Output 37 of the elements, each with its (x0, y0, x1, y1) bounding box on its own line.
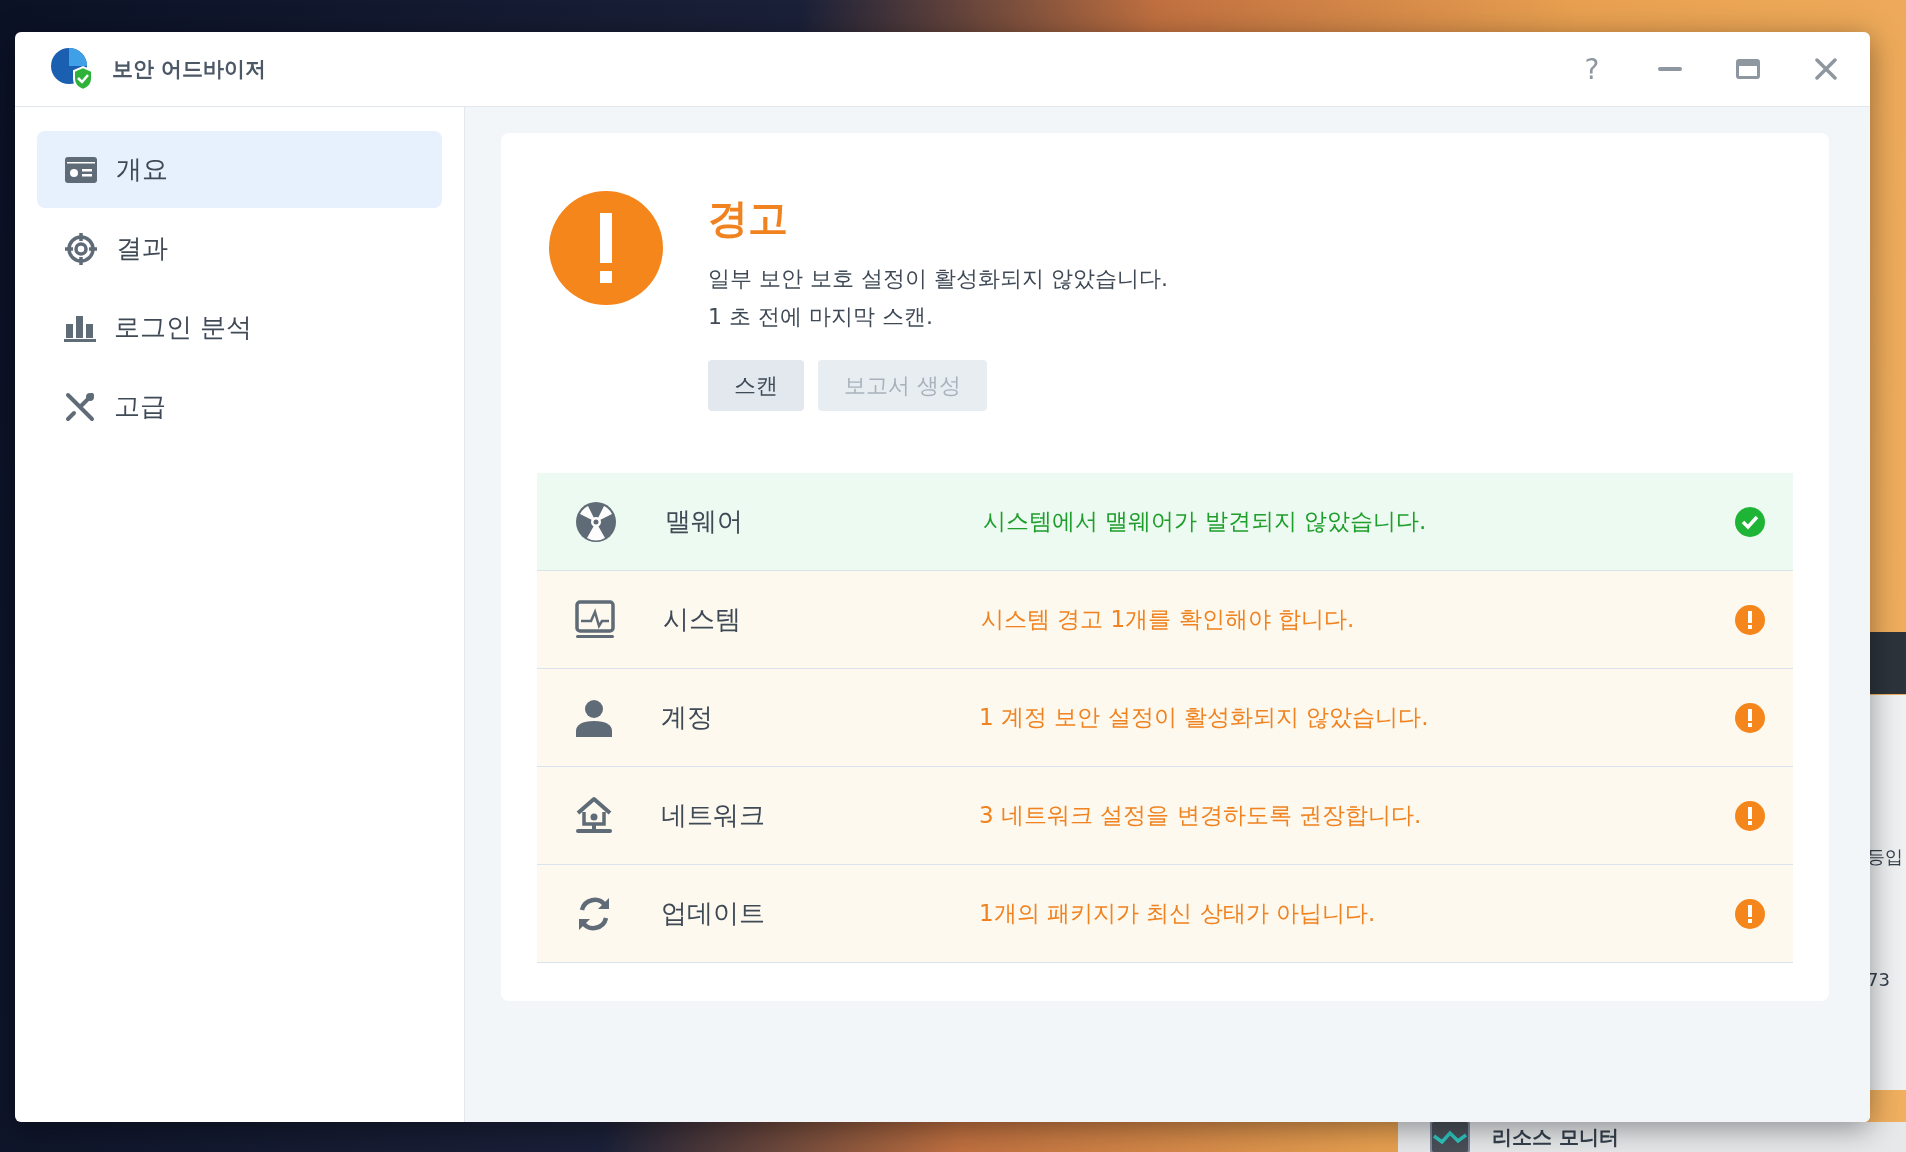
status-title: 경고 (708, 194, 789, 243)
maximize-icon (1736, 59, 1760, 79)
minimize-icon (1658, 67, 1682, 71)
monitor-icon (575, 599, 615, 640)
scan-button[interactable]: 스캔 (708, 360, 804, 411)
sidebar-item[interactable]: 개요 (37, 131, 442, 208)
taskbar-label: 리소스 모니터 (1492, 1125, 1619, 1149)
id-card-icon (64, 155, 98, 184)
status-text: 일부 보안 보호 설정이 활성화되지 않았습니다. (708, 265, 1168, 293)
category-message: 시스템에서 맬웨어가 발견되지 않았습니다. (983, 507, 1428, 536)
category-label: 시스템 (663, 603, 742, 636)
category-message: 3 네트워크 설정을 변경하도록 권장합니다. (979, 801, 1423, 830)
bar-chart-icon (64, 313, 96, 342)
sidebar-item[interactable]: 고급 (37, 368, 442, 445)
resource-monitor-icon (1430, 1120, 1470, 1152)
status-text: 1 초 전에 마지막 스캔. (708, 303, 934, 331)
category-label: 계정 (661, 701, 714, 734)
user-icon (575, 698, 613, 737)
close-icon (1815, 58, 1837, 80)
target-icon (64, 231, 98, 266)
window-text: 73 (1867, 969, 1891, 990)
radiation-icon (575, 500, 617, 543)
shield-globe-icon (50, 47, 94, 91)
warning-icon (549, 191, 663, 305)
category-message: 1개의 패키지가 최신 상태가 아닙니다. (979, 899, 1377, 928)
taskbar-item[interactable]: 리소스 모니터 (1398, 1122, 1906, 1152)
home-network-icon (575, 795, 613, 836)
sidebar-item[interactable]: 결과 (37, 210, 442, 287)
category-label: 맬웨어 (665, 505, 744, 538)
category-message: 1 계정 보안 설정이 활성화되지 않았습니다. (979, 703, 1430, 732)
tools-icon (64, 390, 96, 423)
window-title: 보안 어드바이저 (112, 56, 268, 83)
sidebar-item[interactable]: 로그인 분석 (37, 289, 442, 366)
category-label: 업데이트 (661, 897, 766, 930)
category-message: 시스템 경고 1개를 확인해야 합니다. (981, 605, 1356, 634)
window-text: 등입 (1867, 845, 1904, 869)
category-label: 네트워크 (661, 799, 766, 832)
